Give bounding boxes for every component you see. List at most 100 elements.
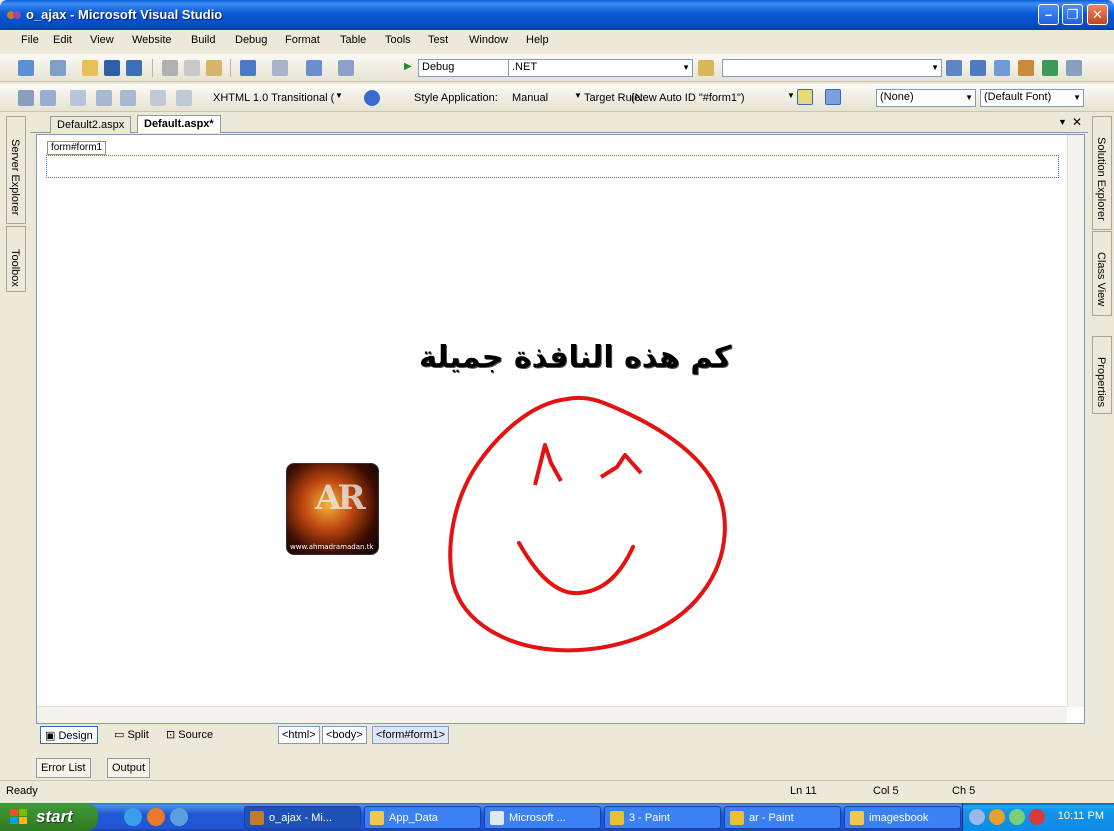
security-icon[interactable]: [1029, 809, 1045, 825]
menu-window[interactable]: Window: [469, 34, 508, 46]
navigate-forward-icon[interactable]: [338, 60, 354, 76]
navigate-backward-icon[interactable]: [306, 60, 322, 76]
target-rule-value[interactable]: (New Auto ID "#form1"): [631, 92, 745, 104]
close-button[interactable]: ✕: [1087, 4, 1108, 25]
menu-tools[interactable]: Tools: [385, 34, 411, 46]
tab-default2[interactable]: Default2.aspx: [50, 116, 132, 133]
block-format-icon[interactable]: [18, 90, 34, 106]
design-surface[interactable]: form#form1 كم هذه النافذة جميلة AR www.a…: [36, 134, 1085, 724]
menu-format[interactable]: Format: [285, 34, 320, 46]
crumb-form[interactable]: <form#form1>: [372, 726, 450, 744]
save-all-icon[interactable]: [126, 60, 142, 76]
comment-icon[interactable]: [150, 90, 166, 106]
tray-expand-icon[interactable]: [969, 809, 985, 825]
open-folder-icon[interactable]: [82, 60, 98, 76]
task-app-data[interactable]: App_Data: [364, 806, 481, 829]
crumb-html[interactable]: <html>: [278, 726, 320, 744]
clock[interactable]: 10:11 PM: [1058, 810, 1104, 822]
object-browser-icon[interactable]: [994, 60, 1010, 76]
indent-icon[interactable]: [120, 90, 136, 106]
find-combo[interactable]: ▼: [722, 59, 942, 77]
crumb-body[interactable]: <body>: [322, 726, 367, 744]
block-format-dropdown[interactable]: (None) ▼: [876, 89, 976, 107]
split-view-button[interactable]: ▭ Split: [110, 726, 153, 744]
validation-icon[interactable]: [364, 90, 380, 106]
windows-icon[interactable]: [1066, 60, 1082, 76]
style-application-value[interactable]: Manual: [512, 92, 548, 104]
form-element[interactable]: [46, 155, 1059, 178]
messenger-icon[interactable]: [1009, 809, 1025, 825]
list-icon[interactable]: [70, 90, 86, 106]
uncomment-icon[interactable]: [176, 90, 192, 106]
task-paint-ar[interactable]: ar - Paint: [724, 806, 841, 829]
heading-text[interactable]: كم هذه النافذة جميلة: [419, 340, 731, 375]
task-visual-studio[interactable]: o_ajax - Mi...: [244, 806, 361, 829]
close-tab-icon[interactable]: ✕: [1072, 115, 1082, 129]
folder-icon: [850, 811, 864, 825]
taskbar: start o_ajax - Mi... App_Data Microsoft …: [0, 803, 1114, 831]
find-icon[interactable]: [698, 60, 714, 76]
style-application-arrow[interactable]: ▼: [574, 91, 582, 100]
outdent-icon[interactable]: [96, 90, 112, 106]
task-microsoft[interactable]: Microsoft ...: [484, 806, 601, 829]
class-view-tab[interactable]: Class View: [1092, 231, 1112, 316]
menu-debug[interactable]: Debug: [235, 34, 267, 46]
layout-icon[interactable]: [40, 90, 56, 106]
undo-icon[interactable]: [240, 60, 256, 76]
redo-icon[interactable]: [272, 60, 288, 76]
reuse-style-icon[interactable]: [825, 89, 841, 105]
task-imagesbook[interactable]: imagesbook: [844, 806, 961, 829]
tab-default[interactable]: Default.aspx*: [137, 115, 221, 133]
save-icon[interactable]: [104, 60, 120, 76]
menu-view[interactable]: View: [90, 34, 114, 46]
task-label: o_ajax - Mi...: [269, 812, 332, 824]
tab-list-arrow[interactable]: ▼: [1058, 117, 1067, 127]
platform-value: .NET: [512, 61, 538, 73]
properties-tab[interactable]: Properties: [1092, 336, 1112, 414]
ie-quicklaunch-icon[interactable]: [124, 808, 142, 826]
new-project-icon[interactable]: [18, 60, 34, 76]
solution-explorer-icon[interactable]: [946, 60, 962, 76]
add-item-icon[interactable]: [50, 60, 66, 76]
cut-icon[interactable]: [162, 60, 178, 76]
toolbox-icon[interactable]: [1018, 60, 1034, 76]
doctype-label[interactable]: XHTML 1.0 Transitional (: [213, 92, 334, 104]
task-paint-3[interactable]: 3 - Paint: [604, 806, 721, 829]
menu-edit[interactable]: Edit: [53, 34, 72, 46]
menu-file[interactable]: File: [21, 34, 39, 46]
toolbox-tab[interactable]: Toolbox: [6, 226, 26, 292]
start-debug-icon[interactable]: ▶: [404, 61, 412, 72]
network-icon[interactable]: [989, 809, 1005, 825]
start-page-icon[interactable]: [1042, 60, 1058, 76]
error-list-tab[interactable]: Error List: [36, 758, 91, 778]
menu-help[interactable]: Help: [526, 34, 549, 46]
source-view-button[interactable]: ⊡ Source: [162, 726, 217, 744]
horizontal-scrollbar[interactable]: [37, 706, 1067, 723]
copy-icon[interactable]: [184, 60, 200, 76]
properties-icon[interactable]: [970, 60, 986, 76]
output-tab[interactable]: Output: [107, 758, 151, 778]
apply-new-style-icon[interactable]: [797, 89, 813, 105]
design-view-button[interactable]: ▣ Design: [40, 726, 98, 744]
start-button[interactable]: start: [0, 803, 98, 831]
solution-explorer-tab[interactable]: Solution Explorer: [1092, 116, 1112, 230]
menu-website[interactable]: Website: [132, 34, 172, 46]
firefox-quicklaunch-icon[interactable]: [147, 808, 165, 826]
form-tag-label[interactable]: form#form1: [47, 141, 107, 155]
vertical-scrollbar[interactable]: [1067, 135, 1084, 707]
server-explorer-tab[interactable]: Server Explorer: [6, 116, 26, 224]
paste-icon[interactable]: [206, 60, 222, 76]
menu-table[interactable]: Table: [340, 34, 366, 46]
desktop-quicklaunch-icon[interactable]: [170, 808, 188, 826]
minimize-button[interactable]: –: [1038, 4, 1059, 25]
font-dropdown[interactable]: (Default Font) ▼: [980, 89, 1084, 107]
doctype-dropdown-arrow[interactable]: ▼: [335, 91, 343, 100]
maximize-button[interactable]: ❐: [1062, 4, 1083, 25]
smiley-drawing[interactable]: [437, 393, 739, 655]
menu-build[interactable]: Build: [191, 34, 215, 46]
title-bar[interactable]: o_ajax - Microsoft Visual Studio – ❐ ✕: [0, 0, 1114, 30]
platform-dropdown[interactable]: .NET ▼: [508, 59, 693, 77]
menu-test[interactable]: Test: [428, 34, 448, 46]
logo-image[interactable]: AR www.ahmadramadan.tk: [286, 463, 379, 555]
target-rule-arrow[interactable]: ▼: [787, 91, 795, 100]
